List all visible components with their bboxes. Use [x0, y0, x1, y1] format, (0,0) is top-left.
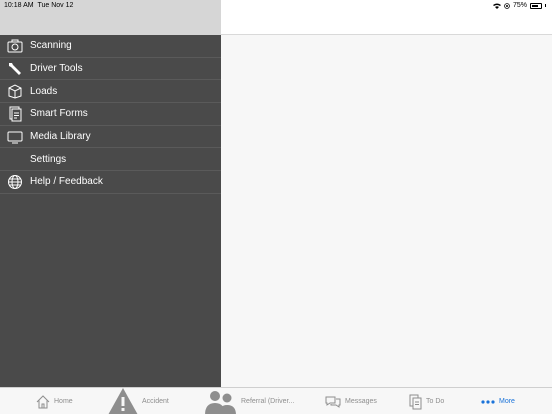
- date-text: Tue Nov 12: [37, 2, 74, 9]
- menu-item-scanning[interactable]: Scanning: [0, 35, 221, 58]
- tab-label: Accident: [142, 398, 169, 405]
- globe-icon: [0, 174, 30, 190]
- status-bar: 10:18 AM Tue Nov 12 75%: [0, 0, 552, 12]
- menu-item-media-library[interactable]: Media Library: [0, 126, 221, 149]
- menu-item-smart-forms[interactable]: Smart Forms: [0, 103, 221, 126]
- tab-label: More: [499, 398, 515, 405]
- tab-referral[interactable]: Referral (Driver...: [205, 388, 294, 414]
- tab-more[interactable]: More: [481, 388, 515, 414]
- menu-label: Media Library: [30, 131, 91, 143]
- menu-label: Smart Forms: [30, 108, 88, 120]
- tab-messages[interactable]: Messages: [325, 388, 377, 414]
- tab-label: To Do: [426, 398, 445, 405]
- menu-item-settings[interactable]: Settings: [0, 148, 221, 172]
- menu-item-driver-tools[interactable]: Driver Tools: [0, 58, 221, 81]
- tab-accident[interactable]: Accident: [108, 388, 169, 414]
- side-menu: Scanning Driver Tools Loads Smart Forms …: [0, 35, 221, 387]
- battery-percent: 75%: [512, 2, 527, 9]
- tab-label: Home: [54, 398, 73, 405]
- wifi-icon: [492, 3, 501, 9]
- home-icon: [36, 394, 50, 408]
- people-icon: [205, 390, 236, 414]
- tab-home[interactable]: Home: [36, 388, 73, 414]
- location-icon: [504, 2, 510, 9]
- box-icon: [0, 83, 30, 99]
- tab-label: Messages: [345, 398, 377, 405]
- more-dots-icon: [481, 399, 495, 404]
- menu-item-loads[interactable]: Loads: [0, 80, 221, 104]
- todo-icon: [409, 394, 422, 409]
- menu-label: Scanning: [30, 40, 72, 52]
- detail-content: [221, 35, 552, 387]
- tv-icon: [0, 129, 30, 145]
- time-text: 10:18 AM: [4, 2, 34, 9]
- menu-item-help-feedback[interactable]: Help / Feedback: [0, 171, 221, 194]
- menu-label: Settings: [30, 153, 67, 165]
- tab-label: Referral (Driver...: [241, 398, 295, 405]
- wrench-icon: [0, 61, 30, 77]
- battery-icon: [530, 2, 542, 9]
- forms-icon: [0, 106, 30, 122]
- chat-icon: [325, 396, 341, 408]
- tab-bar: Home Accident Referral (Driver... Messag…: [0, 387, 552, 414]
- status-time: 10:18 AM Tue Nov 12: [4, 2, 73, 9]
- battery-tip: [545, 4, 546, 7]
- menu-label: Loads: [30, 85, 58, 97]
- menu-label: Driver Tools: [30, 63, 83, 75]
- warning-icon: [108, 388, 138, 414]
- menu-label: Help / Feedback: [30, 176, 103, 188]
- status-indicators: 75%: [492, 2, 546, 9]
- tab-todo[interactable]: To Do: [409, 388, 444, 414]
- camera-icon: [0, 38, 30, 54]
